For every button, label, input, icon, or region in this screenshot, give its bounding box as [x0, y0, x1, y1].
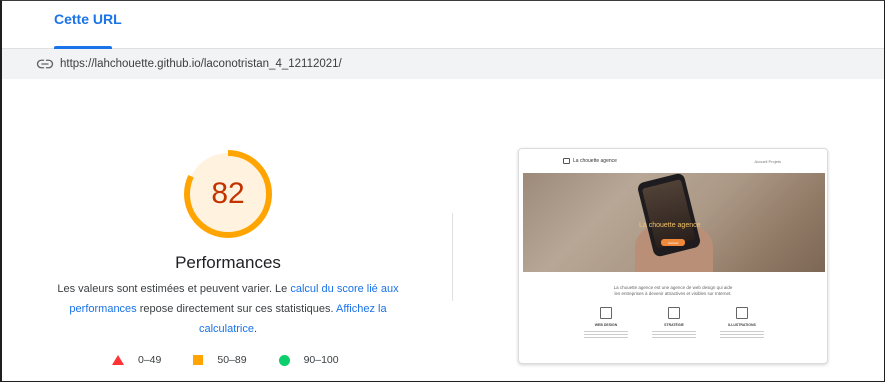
- service-title: STRATÉGIE: [664, 323, 684, 327]
- screenshot-hero-button: Contact: [661, 239, 685, 246]
- illustration-icon: [736, 307, 748, 319]
- owl-logo-icon: [563, 158, 570, 164]
- legend-range: 90–100: [303, 354, 339, 366]
- score-description: Les valeurs sont estimées et peuvent var…: [50, 279, 406, 339]
- web-design-icon: [600, 307, 612, 319]
- tab-bar: Cette URL: [2, 1, 884, 49]
- legend-range: 0–49: [138, 354, 162, 366]
- screenshot-hero-title: La chouette agence: [639, 222, 701, 229]
- score-gauge: 82: [183, 149, 273, 239]
- legend-item-average: 50–89: [193, 354, 247, 366]
- screenshot-logo-text: La chouette agence: [573, 158, 617, 164]
- tab-label: Cette URL: [54, 11, 122, 27]
- service-title: ILLUSTRATIONS: [728, 323, 756, 327]
- screenshot-hero: La chouette agence Contact: [523, 173, 825, 272]
- service-item: STRATÉGIE: [647, 307, 701, 338]
- category-title: Performances: [175, 253, 281, 272]
- legend-range: 50–89: [217, 354, 247, 366]
- legend-item-pass: 90–100: [278, 354, 339, 366]
- url-bar: https://lahchouette.github.io/laconotris…: [2, 49, 884, 79]
- legend-item-fail: 0–49: [112, 354, 161, 366]
- screenshot-logo: La chouette agence: [563, 158, 617, 164]
- tab-this-url[interactable]: Cette URL: [54, 11, 122, 49]
- screenshot-menu: Accueil Projets: [754, 159, 781, 164]
- square-icon: [193, 355, 204, 365]
- tagline-line: les entreprises à devenir attractives et…: [614, 291, 732, 296]
- url-text[interactable]: https://lahchouette.github.io/laconotris…: [60, 58, 342, 70]
- description-text: Les valeurs sont estimées et peuvent var…: [57, 283, 291, 295]
- strategy-icon: [668, 307, 680, 319]
- triangle-icon: [112, 355, 124, 365]
- service-item: ILLUSTRATIONS: [715, 307, 769, 338]
- score-value: 82: [211, 177, 245, 210]
- page-screenshot-thumbnail[interactable]: La chouette agence Accueil Projets La ch…: [518, 148, 828, 364]
- vertical-divider: [452, 213, 453, 301]
- description-text: repose directement sur ces statistiques.: [136, 303, 337, 315]
- link-icon: [36, 59, 54, 69]
- score-legend: 0–49 50–89 90–100: [112, 352, 371, 368]
- description-text: .: [253, 323, 258, 335]
- screenshot-navbar: La chouette agence Accueil Projets: [519, 149, 827, 173]
- service-item: WEB DESIGN: [579, 307, 633, 338]
- screenshot-tagline: La chouette agence est une agence de web…: [519, 285, 827, 297]
- report-panel: Cette URL https://lahchouette.github.io/…: [0, 0, 885, 382]
- circle-icon: [278, 354, 290, 366]
- service-title: WEB DESIGN: [594, 323, 618, 327]
- screenshot-services: WEB DESIGN STRATÉGIE ILLUSTRATIONS: [579, 307, 769, 338]
